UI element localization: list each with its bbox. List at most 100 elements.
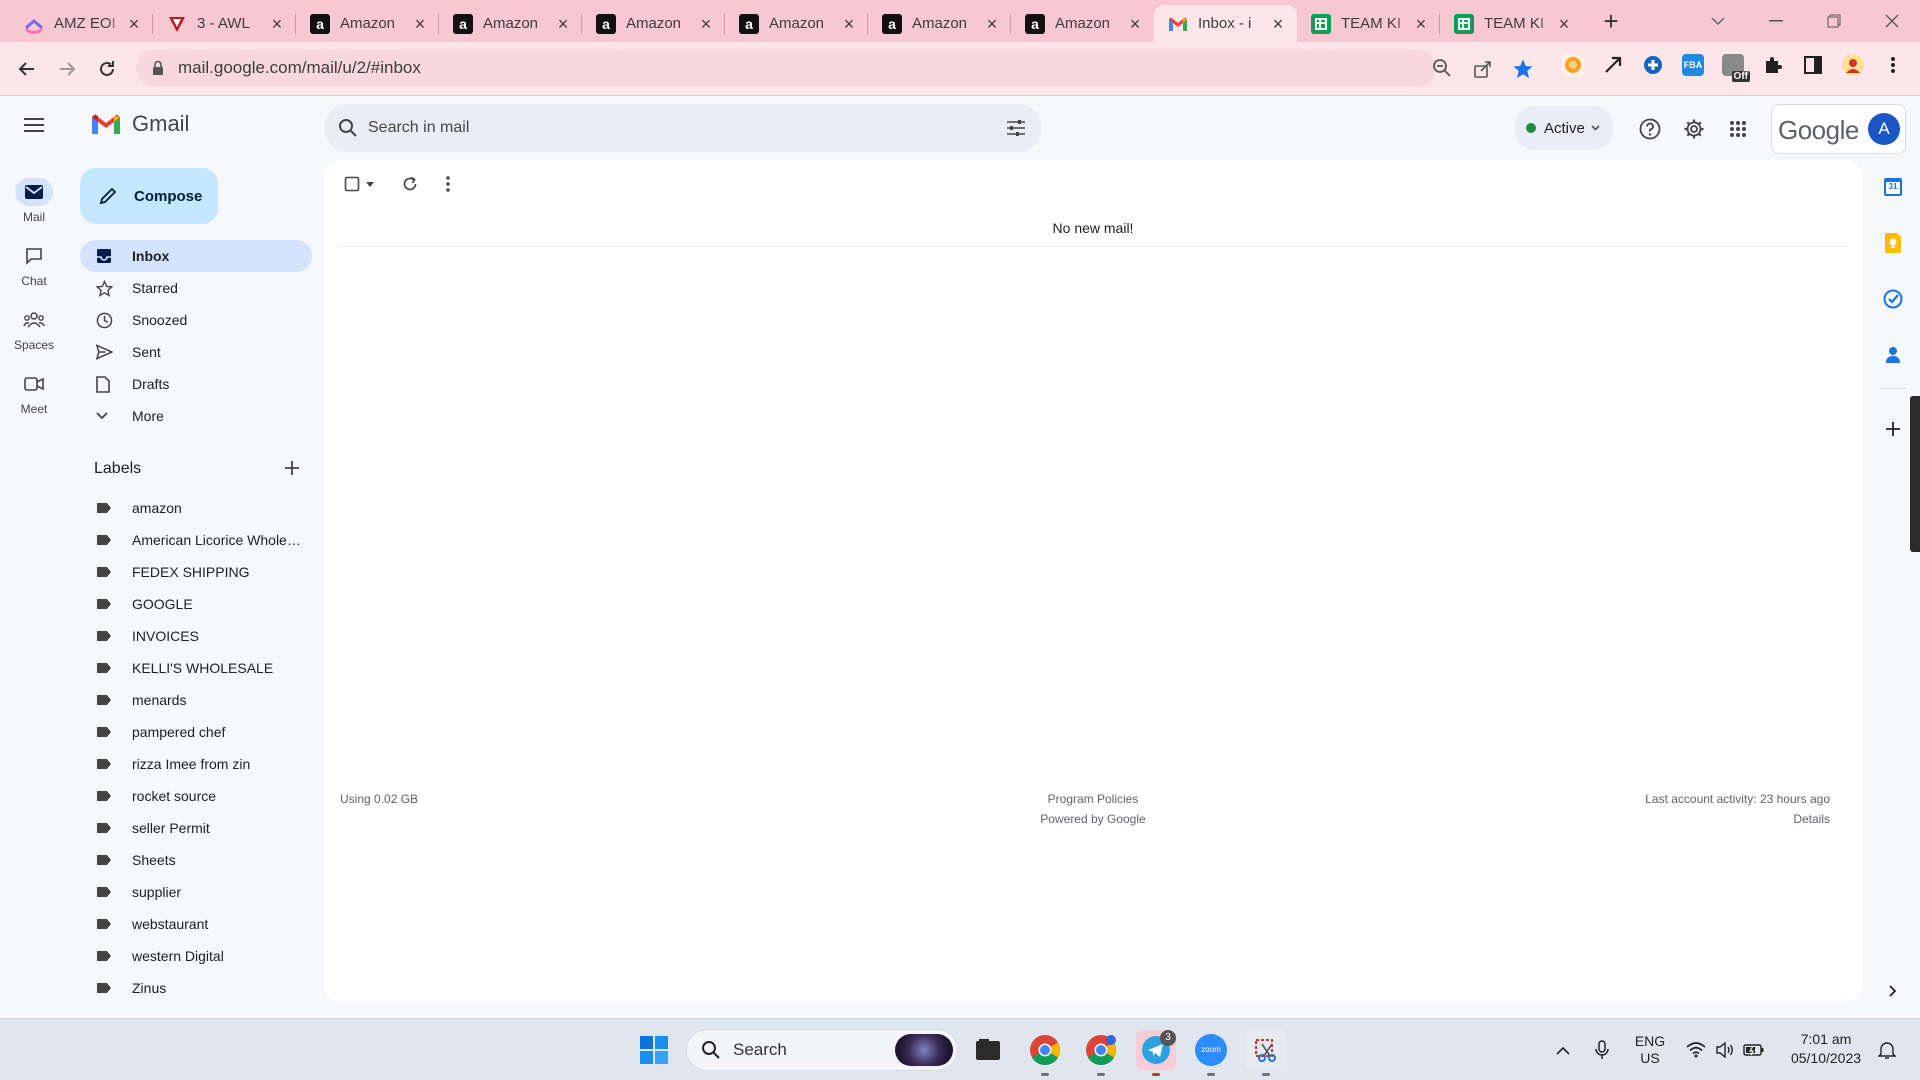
rail-mail[interactable]: Mail xyxy=(0,178,68,224)
close-tab-icon[interactable]: × xyxy=(268,15,286,33)
close-window-button[interactable] xyxy=(1868,0,1916,42)
program-policies-link[interactable]: Program Policies xyxy=(324,792,1862,806)
notifications-icon[interactable] xyxy=(1872,1035,1902,1065)
side-panel-icon[interactable] xyxy=(1802,54,1824,76)
browser-tab[interactable]: a Amazon × xyxy=(868,5,1011,42)
add-label-icon[interactable] xyxy=(284,460,304,480)
minimize-button[interactable] xyxy=(1752,0,1800,42)
windows-start-icon[interactable] xyxy=(634,1030,674,1070)
extension-orange-icon[interactable] xyxy=(1562,54,1584,76)
new-tab-button[interactable]: + xyxy=(1587,0,1635,42)
search-icon[interactable] xyxy=(338,118,358,138)
gmail-logo[interactable]: Gmail xyxy=(90,111,189,137)
label-item[interactable]: webstaurant xyxy=(80,908,312,940)
label-item[interactable]: KELLI'S WHOLESALE xyxy=(80,652,312,684)
browser-tab[interactable]: AMZ EOI × xyxy=(10,5,153,42)
label-item[interactable]: GOOGLE xyxy=(80,588,312,620)
details-link[interactable]: Details xyxy=(1793,812,1830,826)
settings-gear-icon[interactable] xyxy=(1679,114,1709,144)
calendar-icon[interactable]: 31 xyxy=(1880,174,1906,200)
browser-tab[interactable]: a Amazon × xyxy=(439,5,582,42)
label-item[interactable]: Zinus xyxy=(80,972,312,1004)
tray-overflow-icon[interactable] xyxy=(1548,1035,1578,1065)
close-tab-icon[interactable]: × xyxy=(1126,15,1144,33)
browser-tab[interactable]: a Amazon × xyxy=(1011,5,1154,42)
browser-tab[interactable]: a Amazon × xyxy=(582,5,725,42)
browser-tab[interactable]: a Amazon × xyxy=(725,5,868,42)
label-item[interactable]: rizza Imee from zin xyxy=(80,748,312,780)
nav-inbox[interactable]: Inbox xyxy=(80,240,312,272)
rail-spaces[interactable]: Spaces xyxy=(0,306,68,352)
file-explorer-icon[interactable] xyxy=(968,1030,1008,1070)
compose-button[interactable]: Compose xyxy=(80,168,218,224)
close-tab-icon[interactable]: × xyxy=(554,15,572,33)
apps-grid-icon[interactable] xyxy=(1723,114,1753,144)
extension-off-icon[interactable]: Off xyxy=(1722,54,1750,82)
nav-starred[interactable]: Starred xyxy=(80,272,312,304)
label-item[interactable]: INVOICES xyxy=(80,620,312,652)
url-text[interactable]: mail.google.com/mail/u/2/#inbox xyxy=(178,49,421,87)
browser-tab[interactable]: 3 - AWL × xyxy=(153,5,296,42)
browser-tab[interactable]: TEAM KI × xyxy=(1440,5,1583,42)
close-tab-icon[interactable]: × xyxy=(1269,15,1287,33)
label-item[interactable]: amazon xyxy=(80,492,312,524)
nav-more[interactable]: More xyxy=(80,400,312,432)
main-menu-icon[interactable] xyxy=(19,110,49,140)
keep-icon[interactable] xyxy=(1880,230,1906,256)
refresh-icon[interactable] xyxy=(402,176,418,192)
help-icon[interactable] xyxy=(1635,114,1665,144)
chrome-icon[interactable] xyxy=(1025,1030,1065,1076)
browser-tab[interactable]: TEAM KI × xyxy=(1297,5,1440,42)
battery-icon[interactable] xyxy=(1739,1035,1769,1065)
extensions-puzzle-icon[interactable] xyxy=(1762,54,1784,76)
close-tab-icon[interactable]: × xyxy=(840,15,858,33)
tasks-icon[interactable] xyxy=(1880,286,1906,312)
label-item[interactable]: FEDEX SHIPPING xyxy=(80,556,312,588)
label-item[interactable]: menards xyxy=(80,684,312,716)
clock[interactable]: 7:01 am 05/10/2023 xyxy=(1776,1031,1876,1067)
volume-icon[interactable] xyxy=(1710,1035,1740,1065)
label-item[interactable]: pampered chef xyxy=(80,716,312,748)
bookmark-star-icon[interactable] xyxy=(1508,54,1538,84)
close-tab-icon[interactable]: × xyxy=(1555,15,1573,33)
close-tab-icon[interactable]: × xyxy=(125,15,143,33)
taskbar-search[interactable]: Search xyxy=(686,1029,958,1071)
close-tab-icon[interactable]: × xyxy=(697,15,715,33)
browser-menu-icon[interactable] xyxy=(1882,54,1904,76)
address-bar[interactable]: mail.google.com/mail/u/2/#inbox xyxy=(136,49,1451,87)
search-input[interactable]: Search in mail xyxy=(368,104,469,152)
label-item[interactable]: supplier xyxy=(80,876,312,908)
label-item[interactable]: seller Permit xyxy=(80,812,312,844)
status-selector[interactable]: Active xyxy=(1514,106,1614,150)
microphone-icon[interactable] xyxy=(1587,1035,1617,1065)
extension-fba-icon[interactable]: FBA xyxy=(1682,54,1704,76)
select-all-checkbox[interactable] xyxy=(344,176,374,192)
browser-tab[interactable]: a Amazon × xyxy=(296,5,439,42)
nav-snoozed[interactable]: Snoozed xyxy=(80,304,312,336)
hide-side-panel-icon[interactable] xyxy=(1880,978,1906,1004)
back-icon[interactable] xyxy=(12,54,42,84)
wifi-icon[interactable] xyxy=(1681,1035,1711,1065)
contacts-icon[interactable] xyxy=(1880,342,1906,368)
browser-tab-active[interactable]: Inbox - i × xyxy=(1154,5,1297,42)
label-item[interactable]: American Licorice Wholesale xyxy=(80,524,312,556)
label-item[interactable]: rocket source xyxy=(80,780,312,812)
zoom-app-icon[interactable]: zoom xyxy=(1191,1030,1231,1076)
snipping-tool-icon[interactable] xyxy=(1246,1030,1286,1076)
nav-sent[interactable]: Sent xyxy=(80,336,312,368)
tab-search-icon[interactable] xyxy=(1694,0,1742,42)
rail-chat[interactable]: Chat xyxy=(0,242,68,288)
reload-icon[interactable] xyxy=(92,54,122,84)
label-item[interactable]: western Digital xyxy=(80,940,312,972)
telegram-icon[interactable]: 3 xyxy=(1136,1030,1176,1076)
close-tab-icon[interactable]: × xyxy=(1412,15,1430,33)
share-icon[interactable] xyxy=(1468,54,1498,84)
profile-avatar-icon[interactable] xyxy=(1842,54,1864,76)
extension-arrow-icon[interactable] xyxy=(1602,54,1624,76)
add-addon-icon[interactable] xyxy=(1880,416,1906,442)
close-tab-icon[interactable]: × xyxy=(411,15,429,33)
side-panel-handle[interactable] xyxy=(1910,396,1920,552)
rail-meet[interactable]: Meet xyxy=(0,370,68,416)
nav-drafts[interactable]: Drafts xyxy=(80,368,312,400)
restore-button[interactable] xyxy=(1810,0,1858,42)
